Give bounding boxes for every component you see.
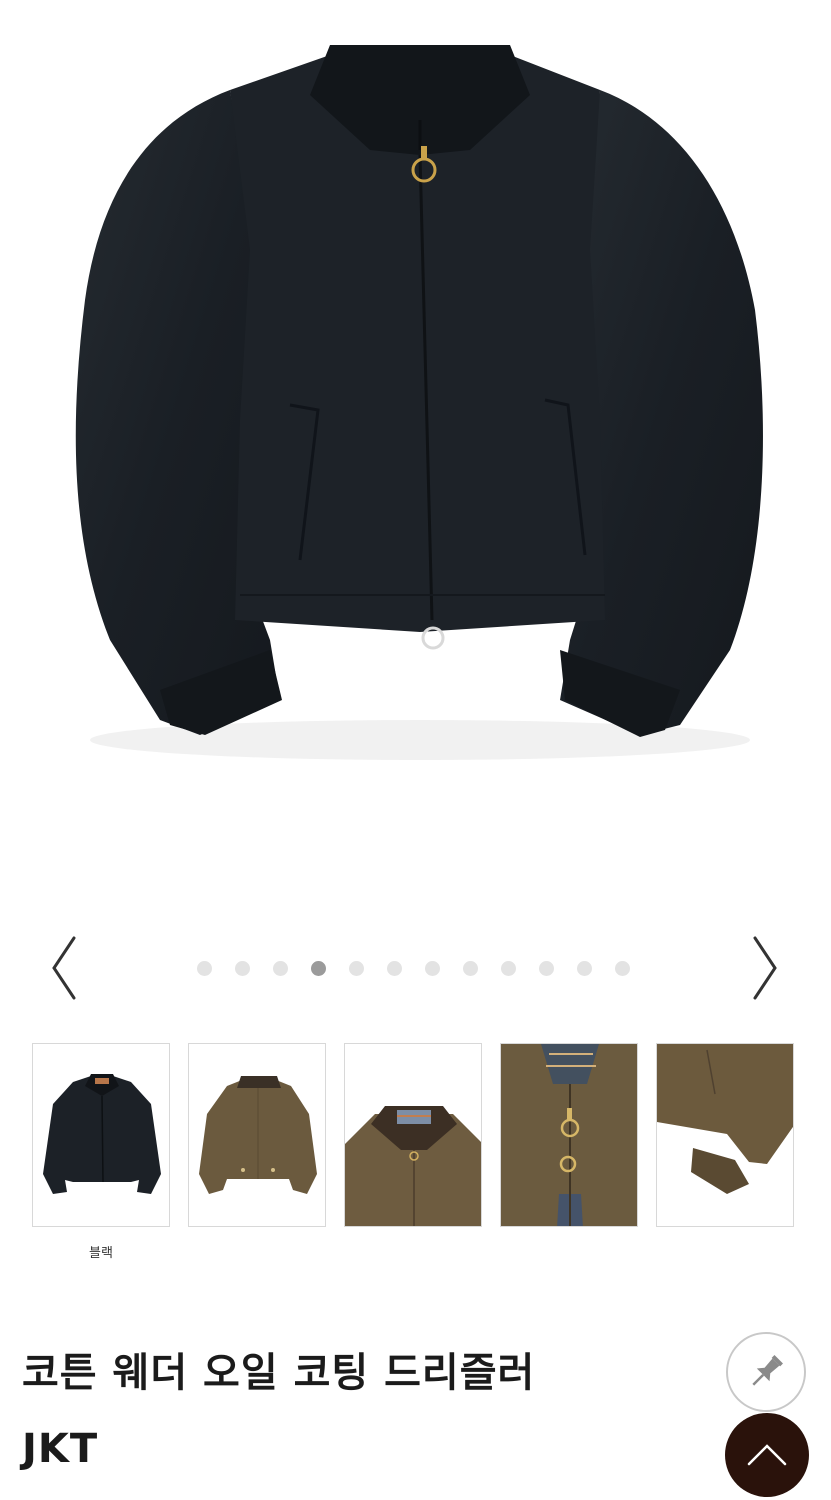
pin-icon	[752, 1355, 783, 1386]
thumb-black-front[interactable]	[32, 1043, 170, 1227]
carousel-dot[interactable]	[501, 961, 516, 976]
carousel-dot[interactable]	[425, 961, 440, 976]
thumb-brown-zipper[interactable]	[500, 1043, 638, 1227]
carousel-dots	[197, 961, 630, 976]
carousel-dot[interactable]	[539, 961, 554, 976]
thumb-black-jacket-image	[43, 1074, 161, 1194]
product-title: 코튼 웨더 오일 코팅 드리즐러 JKT	[22, 1335, 702, 1487]
carousel-dot[interactable]	[235, 961, 250, 976]
product-title-line1: 코튼 웨더 오일 코팅 드리즐러	[22, 1350, 536, 1396]
thumb-caption-black: 블랙	[89, 1246, 113, 1261]
carousel-next-button[interactable]	[745, 930, 785, 1010]
chevron-right-icon	[753, 936, 777, 1000]
thumbnail-strip	[32, 1043, 794, 1227]
chevron-left-icon	[52, 936, 76, 1000]
carousel-dot[interactable]	[577, 961, 592, 976]
thumb-brown-zipper-image	[501, 1044, 637, 1226]
thumb-brown-cuff[interactable]	[656, 1043, 794, 1227]
chevron-up-icon	[747, 1444, 787, 1466]
thumb-brown-back[interactable]	[188, 1043, 326, 1227]
scroll-top-button[interactable]	[725, 1413, 809, 1497]
thumb-brown-cuff-image	[657, 1044, 793, 1194]
thumb-brown-collar[interactable]	[344, 1043, 482, 1227]
carousel-dot[interactable]	[349, 961, 364, 976]
thumb-brown-collar-image	[345, 1106, 481, 1226]
carousel-dot[interactable]	[463, 961, 478, 976]
carousel-dot[interactable]	[273, 961, 288, 976]
carousel-dot[interactable]	[197, 961, 212, 976]
pin-button[interactable]	[726, 1332, 806, 1412]
product-main-image	[0, 0, 831, 920]
carousel-prev-button[interactable]	[44, 930, 84, 1010]
thumb-brown-jacket-back-image	[199, 1076, 317, 1194]
jacket-illustration	[75, 45, 763, 760]
carousel-dot[interactable]	[387, 961, 402, 976]
carousel-dot[interactable]	[311, 961, 326, 976]
carousel-dot[interactable]	[615, 961, 630, 976]
product-title-line2: JKT	[22, 1426, 99, 1472]
